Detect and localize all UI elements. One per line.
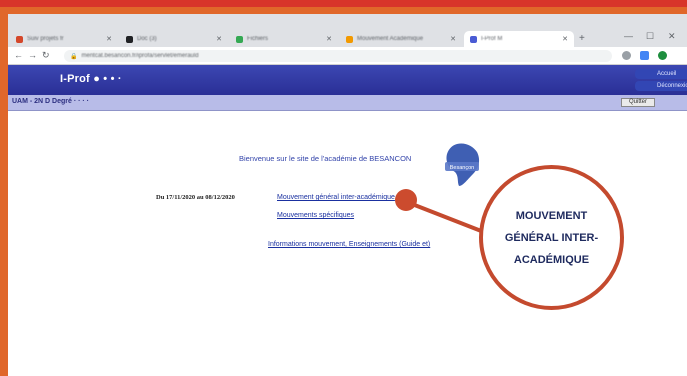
callout-marker [395, 189, 417, 211]
callout-text: MOUVEMENT GÉNÉRAL INTER-ACADÉMIQUE [504, 209, 599, 266]
presentation-frame: Suiv projets fr ✕ Doc (3) ✕ Fichiers ✕ M… [0, 0, 687, 376]
callout-bubble: MOUVEMENT GÉNÉRAL INTER-ACADÉMIQUE [479, 165, 624, 310]
browser-window: Suiv projets fr ✕ Doc (3) ✕ Fichiers ✕ M… [8, 14, 687, 376]
top-red-stripe [0, 0, 687, 7]
